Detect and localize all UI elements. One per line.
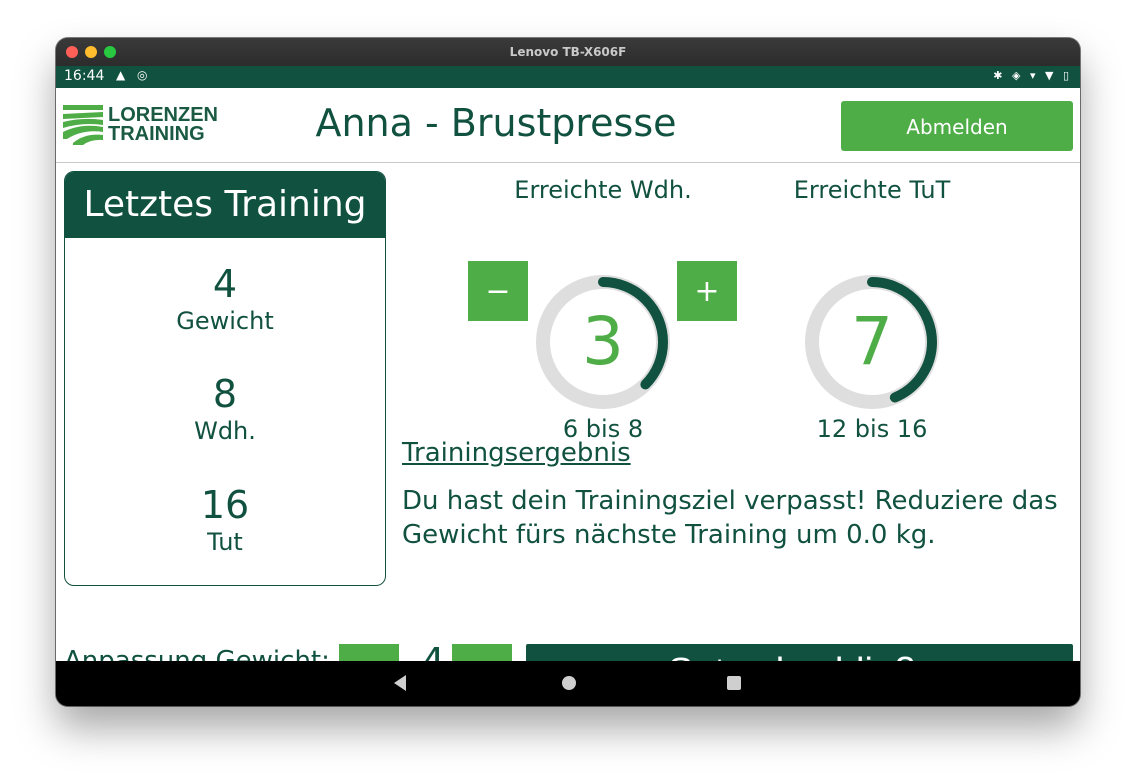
android-status-bar: 16:44 ▲ ◎ ✱ ◈ ▾ ▼ ▯ [56, 66, 1080, 88]
last-reps-value: 8 [212, 372, 238, 416]
last-tut-stat: 16 Tut [65, 483, 385, 557]
last-reps-stat: 8 Wdh. [65, 372, 385, 446]
tut-range: 12 bis 16 [816, 415, 928, 443]
logo-text-line2: TRAINING [108, 123, 205, 145]
notification-icons: ▲ ◎ [116, 68, 152, 82]
last-reps-label: Wdh. [194, 417, 256, 445]
last-tut-value: 16 [200, 483, 250, 527]
result-text: Du hast dein Trainingsziel verpasst! Red… [402, 486, 1058, 550]
reps-value: 3 [582, 303, 624, 380]
reps-minus-button[interactable]: − [468, 261, 528, 321]
window-titlebar: Lenovo TB-X606F [56, 38, 1080, 66]
result-heading: Trainingsergebnis [402, 438, 631, 468]
back-icon[interactable] [394, 675, 406, 691]
lorenzen-training-logo: LORENZEN TRAINING [63, 105, 223, 147]
close-window-button[interactable] [66, 46, 78, 58]
tut-value: 7 [851, 303, 893, 380]
app-screen: LORENZEN TRAINING Anna - Brustpresse Abm… [56, 88, 1080, 704]
page-title: Anna - Brustpresse [315, 101, 677, 145]
system-status-icons: ✱ ◈ ▾ ▼ ▯ [993, 69, 1072, 82]
reps-progress-ring: 3 [535, 274, 671, 410]
window-title: Lenovo TB-X606F [509, 45, 627, 59]
home-icon[interactable] [562, 676, 576, 690]
tut-title: Erreichte TuT [793, 176, 951, 204]
last-weight-label: Gewicht [176, 307, 274, 335]
reps-title: Erreichte Wdh. [514, 176, 692, 204]
last-training-card: Letztes Training 4 Gewicht 8 Wdh. 16 Tut [64, 171, 386, 586]
logo-field-icon [63, 105, 103, 145]
last-weight-value: 4 [212, 262, 238, 306]
minimize-window-button[interactable] [85, 46, 97, 58]
reps-plus-button[interactable]: + [677, 261, 737, 321]
tut-progress-ring: 7 [804, 274, 940, 410]
zoom-window-button[interactable] [104, 46, 116, 58]
app-header: LORENZEN TRAINING Anna - Brustpresse Abm… [56, 88, 1080, 163]
app-window: Lenovo TB-X606F 16:44 ▲ ◎ ✱ ◈ ▾ ▼ ▯ LORE… [56, 38, 1080, 706]
last-tut-label: Tut [207, 528, 243, 556]
logout-button[interactable]: Abmelden [841, 101, 1073, 151]
recent-apps-icon[interactable] [727, 676, 741, 690]
last-weight-stat: 4 Gewicht [65, 262, 385, 336]
status-time: 16:44 [64, 68, 105, 84]
android-navigation-bar [56, 661, 1080, 706]
last-training-title: Letztes Training [65, 172, 385, 238]
